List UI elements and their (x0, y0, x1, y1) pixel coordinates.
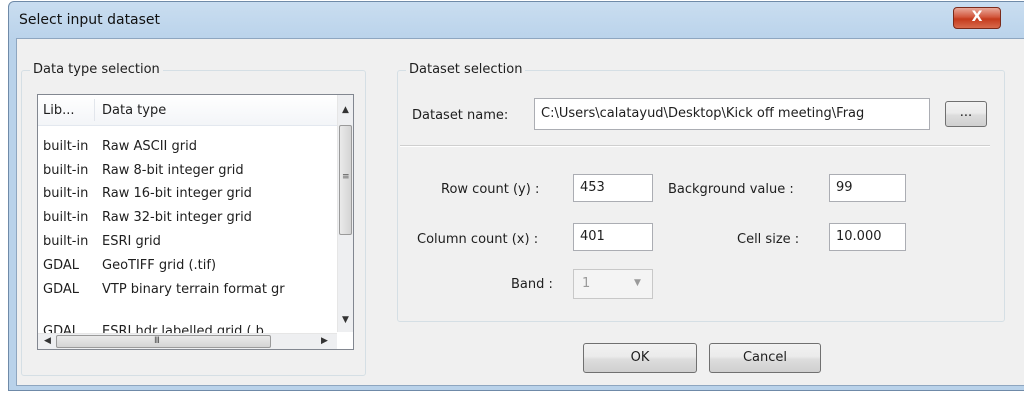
column-header-lib[interactable]: Lib... (43, 103, 75, 118)
horizontal-scroll-thumb[interactable]: III (56, 335, 271, 348)
vertical-scroll-thumb[interactable]: ≡ (339, 125, 352, 235)
grip-icon: III (154, 336, 160, 346)
dataset-legend: Dataset selection (406, 62, 526, 77)
list-item-type: ESRI hdr labelled grid (.b (102, 324, 264, 333)
close-button[interactable]: X (953, 7, 1001, 29)
band-value: 1 (582, 276, 591, 291)
list-item[interactable]: built-in Raw 32-bit integer grid (38, 208, 338, 232)
list-item[interactable]: GDAL VTP binary terrain format gr (38, 280, 338, 304)
cancel-button[interactable]: Cancel (709, 343, 821, 373)
list-item-type: Raw 32-bit integer grid (102, 210, 252, 225)
background-value-field[interactable]: 99 (829, 174, 906, 202)
list-item[interactable]: built-in ESRI grid (38, 232, 338, 256)
list-item-type: GeoTIFF grid (.tif) (102, 258, 217, 273)
list-item-type: VTP binary terrain format gr (102, 282, 285, 297)
ok-button[interactable]: OK (583, 343, 697, 373)
list-item-type: Raw 8-bit integer grid (102, 163, 244, 178)
list-item[interactable]: built-in Raw ASCII grid (38, 137, 338, 161)
scroll-right-icon[interactable]: ▶ (321, 336, 328, 346)
close-icon: X (971, 9, 983, 25)
list-item-lib: GDAL (43, 324, 79, 333)
list-item-lib: built-in (43, 210, 89, 225)
scroll-left-icon[interactable]: ◀ (44, 336, 51, 346)
cell-size-field[interactable]: 10.000 (829, 223, 906, 251)
cell-size-label: Cell size : (737, 232, 800, 247)
scroll-down-icon[interactable]: ▼ (342, 315, 349, 325)
dataset-name-label: Dataset name: (412, 108, 509, 123)
column-count-label: Column count (x) : (417, 232, 539, 247)
background-value-label: Background value : (668, 182, 794, 197)
list-header: Lib... Data type (38, 95, 338, 126)
list-item[interactable]: GDAL ESRI hdr labelled grid (.b (38, 303, 338, 333)
list-item-type: Raw 16-bit integer grid (102, 186, 252, 201)
band-select[interactable]: 1 ▼ (573, 269, 653, 299)
list-item-lib: built-in (43, 163, 89, 178)
chevron-down-icon: ▼ (634, 278, 641, 288)
list-item[interactable]: GDAL GeoTIFF grid (.tif) (38, 256, 338, 280)
list-item-type: Raw ASCII grid (102, 139, 197, 154)
separator-line (400, 145, 990, 147)
row-count-label: Row count (y) : (441, 182, 540, 197)
list-item-lib: built-in (43, 186, 89, 201)
horizontal-scrollbar[interactable]: ◀ III ▶ (38, 333, 337, 349)
column-header-data-type[interactable]: Data type (102, 103, 166, 118)
browse-button[interactable]: ... (945, 101, 987, 127)
grip-icon: ≡ (342, 172, 349, 182)
list-item-type: ESRI grid (102, 234, 161, 249)
dialog-title: Select input dataset (19, 12, 161, 28)
list-item[interactable]: built-in Raw 8-bit integer grid (38, 161, 338, 185)
column-separator[interactable] (94, 99, 95, 121)
list-item[interactable]: built-in Raw 16-bit integer grid (38, 184, 338, 208)
scroll-up-icon[interactable]: ▲ (342, 105, 349, 115)
dataset-name-field[interactable]: C:\Users\calatayud\Desktop\Kick off meet… (534, 98, 930, 130)
list-item-lib: GDAL (43, 258, 79, 273)
data-type-list[interactable]: Lib... Data type built-in Raw ASCII grid… (37, 94, 354, 350)
column-count-field[interactable]: 401 (573, 223, 653, 251)
row-count-field[interactable]: 453 (573, 174, 653, 202)
list-item-lib: GDAL (43, 282, 79, 297)
band-label: Band : (511, 277, 553, 292)
list-item-lib: built-in (43, 139, 89, 154)
list-item-lib: built-in (43, 234, 89, 249)
vertical-scrollbar[interactable]: ▲ ≡ ▼ (337, 95, 353, 332)
data-type-legend: Data type selection (30, 62, 163, 77)
